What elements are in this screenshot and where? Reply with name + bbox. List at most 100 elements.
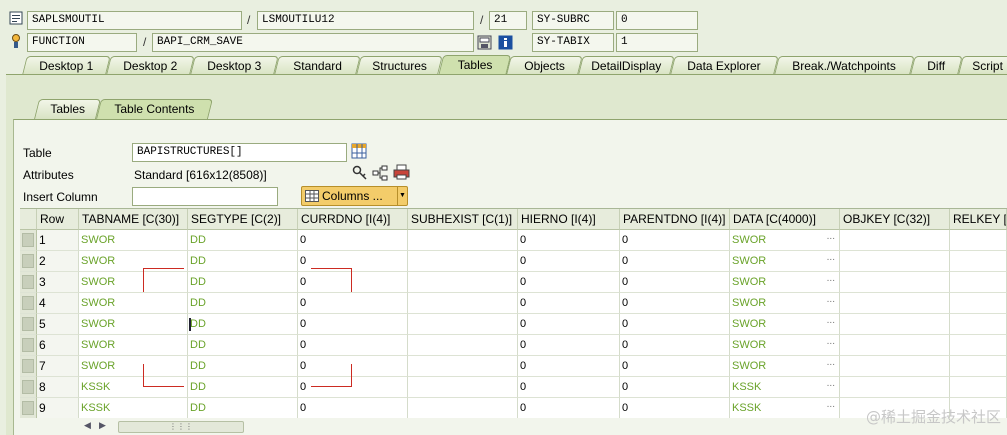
- cell-hierno[interactable]: 0: [518, 230, 620, 251]
- cell-hierno[interactable]: 0: [518, 356, 620, 377]
- subtab-table-contents[interactable]: Table Contents: [96, 99, 213, 119]
- cell-relkey[interactable]: [950, 293, 1007, 314]
- cell-parentdno[interactable]: 0: [620, 251, 730, 272]
- table-grid-icon[interactable]: [351, 143, 367, 162]
- cell-parentdno[interactable]: 0: [620, 293, 730, 314]
- cell-data[interactable]: SWOR...: [730, 314, 840, 335]
- tab-break-watchpoints[interactable]: Break./Watchpoints: [774, 56, 915, 75]
- cell-data[interactable]: KSSK...: [730, 398, 840, 418]
- tab-diff[interactable]: Diff: [910, 56, 963, 75]
- dropdown-arrow-icon[interactable]: ▼: [397, 187, 407, 205]
- col-header-relkey[interactable]: RELKEY [C: [950, 209, 1007, 230]
- cell-data[interactable]: SWOR...: [730, 293, 840, 314]
- cell-objkey[interactable]: [840, 230, 950, 251]
- cell-parentdno[interactable]: 0: [620, 335, 730, 356]
- col-header-hierno[interactable]: HIERNO [I(4)]: [518, 209, 620, 230]
- table-row[interactable]: 5 SWOR DD 0 0 0 SWOR...: [20, 314, 1007, 335]
- cell-row[interactable]: 6: [37, 335, 79, 356]
- table-row[interactable]: 6 SWOR DD 0 0 0 SWOR...: [20, 335, 1007, 356]
- cell-row[interactable]: 1: [37, 230, 79, 251]
- table-row[interactable]: 4 SWOR DD 0 0 0 SWOR...: [20, 293, 1007, 314]
- col-header-subhexist[interactable]: SUBHEXIST [C(1)]: [408, 209, 518, 230]
- include-field[interactable]: LSMOUTILU12: [257, 11, 474, 30]
- cell-subhexist[interactable]: [408, 356, 518, 377]
- tab-desktop-3[interactable]: Desktop 3: [190, 56, 279, 75]
- columns-button[interactable]: Columns ... ▼: [301, 186, 408, 206]
- row-selector[interactable]: [20, 293, 37, 314]
- scroll-thumb[interactable]: ⋮⋮⋮: [118, 421, 244, 433]
- horizontal-scrollbar[interactable]: ◀ ▶ ⋮⋮⋮: [20, 418, 1007, 435]
- cell-relkey[interactable]: [950, 377, 1007, 398]
- cell-parentdno[interactable]: 0: [620, 356, 730, 377]
- cell-data[interactable]: SWOR...: [730, 272, 840, 293]
- row-selector[interactable]: [20, 356, 37, 377]
- cell-currdno[interactable]: 0: [298, 230, 408, 251]
- cell-row[interactable]: 5: [37, 314, 79, 335]
- col-header-currdno[interactable]: CURRDNO [I(4)]: [298, 209, 408, 230]
- cell-currdno[interactable]: 0: [298, 335, 408, 356]
- cell-relkey[interactable]: [950, 356, 1007, 377]
- cell-segtype[interactable]: DD: [188, 293, 298, 314]
- row-selector[interactable]: [20, 314, 37, 335]
- cell-hierno[interactable]: 0: [518, 398, 620, 418]
- sysvar-value-1[interactable]: 0: [616, 11, 698, 30]
- cell-objkey[interactable]: [840, 335, 950, 356]
- cell-objkey[interactable]: [840, 272, 950, 293]
- key-icon[interactable]: [352, 165, 368, 184]
- tab-standard[interactable]: Standard: [274, 56, 361, 75]
- cell-segtype[interactable]: DD: [188, 272, 298, 293]
- cell-relkey[interactable]: [950, 230, 1007, 251]
- scroll-left-icon[interactable]: ◀: [84, 420, 91, 431]
- cell-objkey[interactable]: [840, 251, 950, 272]
- tab-data-explorer[interactable]: Data Explorer: [670, 56, 779, 75]
- cell-segtype[interactable]: DD: [188, 251, 298, 272]
- cell-data[interactable]: SWOR...: [730, 251, 840, 272]
- cell-segtype[interactable]: DD: [188, 377, 298, 398]
- cell-hierno[interactable]: 0: [518, 377, 620, 398]
- event-field[interactable]: BAPI_CRM_SAVE: [152, 33, 474, 52]
- cell-tabname[interactable]: SWOR: [79, 335, 188, 356]
- cell-row[interactable]: 7: [37, 356, 79, 377]
- cell-subhexist[interactable]: [408, 398, 518, 418]
- cell-parentdno[interactable]: 0: [620, 272, 730, 293]
- cell-data[interactable]: KSSK...: [730, 377, 840, 398]
- cell-hierno[interactable]: 0: [518, 314, 620, 335]
- cell-objkey[interactable]: [840, 356, 950, 377]
- cell-subhexist[interactable]: [408, 377, 518, 398]
- subtab-tables[interactable]: Tables: [34, 99, 101, 119]
- save-document-icon[interactable]: [477, 35, 492, 53]
- cell-hierno[interactable]: 0: [518, 335, 620, 356]
- cell-tabname[interactable]: SWOR: [79, 314, 188, 335]
- cell-hierno[interactable]: 0: [518, 251, 620, 272]
- cell-tabname[interactable]: SWOR: [79, 230, 188, 251]
- cell-row[interactable]: 2: [37, 251, 79, 272]
- program-field[interactable]: SAPLSMOUTIL: [27, 11, 242, 30]
- print-icon[interactable]: [393, 164, 410, 183]
- cell-data[interactable]: SWOR...: [730, 356, 840, 377]
- row-selector[interactable]: [20, 230, 37, 251]
- cell-segtype[interactable]: DD: [188, 335, 298, 356]
- row-selector[interactable]: [20, 377, 37, 398]
- cell-parentdno[interactable]: 0: [620, 398, 730, 418]
- col-header-objkey[interactable]: OBJKEY [C(32)]: [840, 209, 950, 230]
- cell-row[interactable]: 9: [37, 398, 79, 418]
- row-selector[interactable]: [20, 335, 37, 356]
- cell-subhexist[interactable]: [408, 335, 518, 356]
- cell-currdno[interactable]: 0: [298, 398, 408, 418]
- cell-relkey[interactable]: [950, 314, 1007, 335]
- tab-desktop-1[interactable]: Desktop 1: [22, 56, 111, 75]
- cell-tabname[interactable]: KSSK: [79, 398, 188, 418]
- tab-detaildisplay[interactable]: DetailDisplay: [578, 56, 675, 75]
- cell-tabname[interactable]: SWOR: [79, 293, 188, 314]
- cell-relkey[interactable]: [950, 272, 1007, 293]
- col-header-data[interactable]: DATA [C(4000)]: [730, 209, 840, 230]
- cell-data[interactable]: SWOR...: [730, 335, 840, 356]
- cell-parentdno[interactable]: 0: [620, 377, 730, 398]
- cell-currdno[interactable]: 0: [298, 314, 408, 335]
- cell-segtype[interactable]: DD: [188, 398, 298, 418]
- cell-subhexist[interactable]: [408, 230, 518, 251]
- table-row[interactable]: 1 SWOR DD 0 0 0 SWOR...: [20, 230, 1007, 251]
- tab-objects[interactable]: Objects: [506, 56, 583, 75]
- col-header-segtype[interactable]: SEGTYPE [C(2)]: [188, 209, 298, 230]
- cell-parentdno[interactable]: 0: [620, 314, 730, 335]
